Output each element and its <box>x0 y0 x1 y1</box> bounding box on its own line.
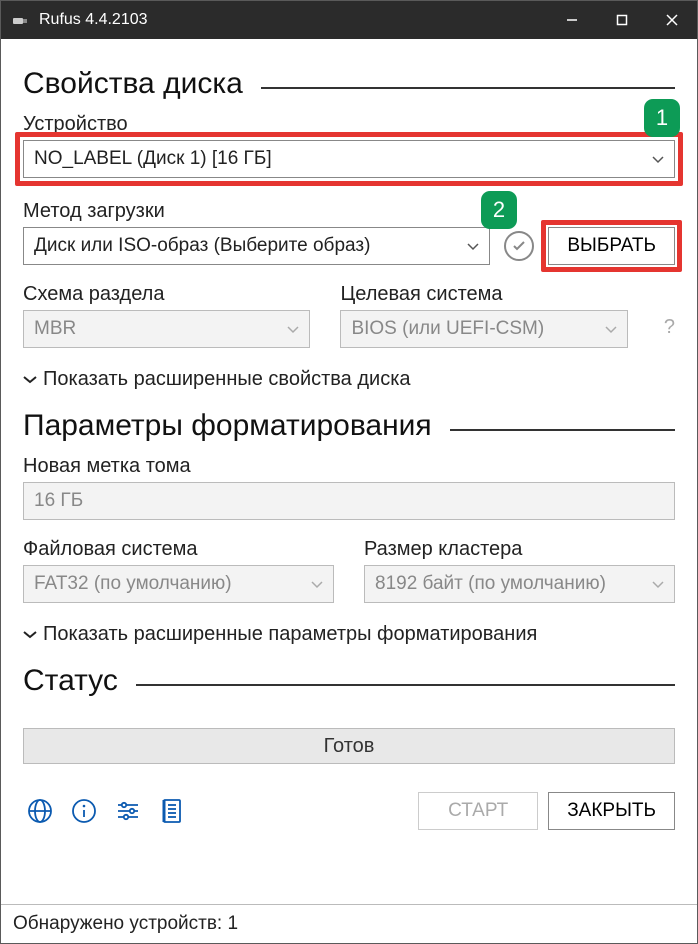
chevron-down-icon <box>605 318 617 340</box>
chevron-down-icon <box>23 623 37 646</box>
settings-button[interactable] <box>111 794 145 828</box>
close-button[interactable] <box>647 1 697 39</box>
status-progress: Готов <box>23 728 675 764</box>
boot-select-value: Диск или ISO-образ (Выберите образ) <box>34 235 370 257</box>
filesystem-label: Файловая система <box>23 538 334 561</box>
close-app-button[interactable]: ЗАКРЫТЬ <box>548 792 675 830</box>
section-title: Параметры форматирования <box>23 409 432 443</box>
cluster-value: 8192 байт (по умолчанию) <box>375 573 606 595</box>
cluster-size-select[interactable]: 8192 байт (по умолчанию) <box>364 565 675 603</box>
section-drive-properties: Свойства диска <box>23 67 675 101</box>
device-highlight: 1 NO_LABEL (Диск 1) [16 ГБ] <box>15 132 683 186</box>
chevron-down-icon <box>467 235 479 257</box>
annotation-badge-1: 1 <box>644 99 680 137</box>
app-window: Rufus 4.4.2103 Свойства диска Устройство… <box>0 0 698 944</box>
language-button[interactable] <box>23 794 57 828</box>
help-icon[interactable]: ? <box>664 316 675 339</box>
content-area: Свойства диска Устройство 1 NO_LABEL (Ди… <box>1 39 697 904</box>
partition-scheme-label: Схема раздела <box>23 283 310 306</box>
target-value: BIOS (или UEFI-CSM) <box>351 318 544 340</box>
section-status: Статус <box>23 664 675 698</box>
chevron-down-icon <box>652 148 664 170</box>
volume-label-label: Новая метка тома <box>23 455 675 478</box>
device-select[interactable]: NO_LABEL (Диск 1) [16 ГБ] <box>23 140 675 178</box>
start-button[interactable]: СТАРТ <box>418 792 538 830</box>
cluster-size-label: Размер кластера <box>364 538 675 561</box>
footer-row: СТАРТ ЗАКРЫТЬ <box>23 792 675 830</box>
log-button[interactable] <box>155 794 189 828</box>
advanced-format-label: Показать расширенные параметры форматиро… <box>43 623 537 646</box>
app-icon <box>11 11 29 29</box>
section-format-options: Параметры форматирования <box>23 409 675 443</box>
volume-value: 16 ГБ <box>34 490 83 512</box>
maximize-button[interactable] <box>597 1 647 39</box>
filesystem-value: FAT32 (по умолчанию) <box>34 573 232 595</box>
device-select-value: NO_LABEL (Диск 1) [16 ГБ] <box>34 148 272 170</box>
status-text: Готов <box>324 735 375 758</box>
chevron-down-icon <box>652 573 664 595</box>
toggle-advanced-format[interactable]: Показать расширенные параметры форматиро… <box>23 623 675 646</box>
about-button[interactable] <box>67 794 101 828</box>
volume-label-input[interactable]: 16 ГБ <box>23 482 675 520</box>
partition-scheme-select[interactable]: MBR <box>23 310 310 348</box>
boot-selection-select[interactable]: Диск или ISO-образ (Выберите образ) <box>23 227 490 265</box>
annotation-badge-2: 2 <box>481 191 517 229</box>
chevron-down-icon <box>23 368 37 391</box>
select-image-button[interactable]: ВЫБРАТЬ <box>548 227 675 265</box>
divider <box>450 429 675 431</box>
target-system-label: Целевая система <box>340 283 627 306</box>
window-title: Rufus 4.4.2103 <box>39 11 547 29</box>
chevron-down-icon <box>311 573 323 595</box>
statusbar: Обнаружено устройств: 1 <box>1 904 697 943</box>
minimize-button[interactable] <box>547 1 597 39</box>
hash-check-button[interactable] <box>504 231 534 261</box>
target-system-select[interactable]: BIOS (или UEFI-CSM) <box>340 310 627 348</box>
divider <box>136 684 675 686</box>
divider <box>261 87 675 89</box>
filesystem-select[interactable]: FAT32 (по умолчанию) <box>23 565 334 603</box>
partition-value: MBR <box>34 318 76 340</box>
titlebar: Rufus 4.4.2103 <box>1 1 697 39</box>
toggle-advanced-drive[interactable]: Показать расширенные свойства диска <box>23 368 675 391</box>
section-title: Свойства диска <box>23 67 243 101</box>
browse-highlight: ВЫБРАТЬ <box>541 220 682 272</box>
advanced-drive-label: Показать расширенные свойства диска <box>43 368 411 391</box>
section-title: Статус <box>23 664 118 698</box>
chevron-down-icon <box>287 318 299 340</box>
devices-found-text: Обнаружено устройств: 1 <box>13 913 238 934</box>
